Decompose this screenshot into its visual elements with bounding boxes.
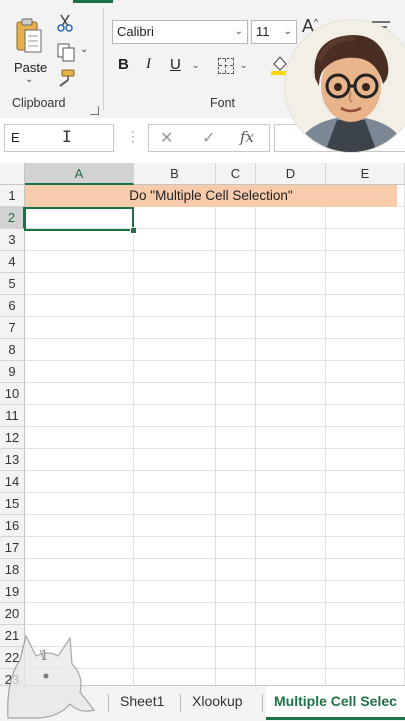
row-header-19[interactable]: 19	[0, 581, 25, 603]
row-header-7[interactable]: 7	[0, 317, 25, 339]
presenter-avatar	[285, 20, 405, 152]
row-gridline	[25, 316, 405, 317]
row-gridline	[25, 580, 405, 581]
chevron-down-icon[interactable]: ⌄	[80, 44, 88, 55]
row-header-15[interactable]: 15	[0, 493, 25, 515]
row-gridline	[25, 294, 405, 295]
row-header-8[interactable]: 8	[0, 339, 25, 361]
chevron-down-icon[interactable]: ⌄	[240, 60, 248, 71]
column-header-d[interactable]: D	[256, 163, 326, 185]
row-header-18[interactable]: 18	[0, 559, 25, 581]
row-header-16[interactable]: 16	[0, 515, 25, 537]
paste-icon[interactable]	[14, 16, 44, 56]
active-tab-indicator	[73, 0, 113, 3]
clipboard-group-label: Clipboard	[12, 96, 66, 110]
row-header-6[interactable]: 6	[0, 295, 25, 317]
borders-icon[interactable]	[218, 58, 234, 74]
row-gridline	[25, 426, 405, 427]
font-size-value: 11	[256, 24, 270, 39]
chevron-down-icon[interactable]: ⌄	[25, 74, 33, 85]
row-gridline	[25, 272, 405, 273]
column-header-a[interactable]: A	[25, 163, 134, 185]
tab-divider	[262, 694, 263, 712]
paste-button[interactable]: Paste	[14, 60, 47, 75]
name-box[interactable]: E	[4, 124, 114, 152]
name-box-value: E	[11, 130, 20, 145]
chevron-down-icon: ⌄	[234, 26, 243, 37]
column-gridline	[215, 185, 216, 685]
row-gridline	[25, 448, 405, 449]
row-gridline	[25, 360, 405, 361]
bold-button[interactable]: B	[118, 56, 129, 73]
select-all-corner[interactable]	[0, 163, 25, 185]
text-cursor-icon: I	[62, 127, 72, 146]
row-gridline	[25, 250, 405, 251]
confirm-entry-button[interactable]: ✓	[202, 128, 215, 148]
active-cell-a2[interactable]	[24, 207, 134, 231]
row-header-10[interactable]: 10	[0, 383, 25, 405]
column-header-c[interactable]: C	[216, 163, 256, 185]
row-header-20[interactable]: 20	[0, 603, 25, 625]
row-gridline	[25, 536, 405, 537]
format-painter-icon[interactable]	[56, 68, 76, 88]
italic-button[interactable]: I	[146, 56, 151, 73]
font-size-select[interactable]: 11 ⌄	[251, 20, 297, 44]
row-header-3[interactable]: 3	[0, 229, 25, 251]
row-gridline	[25, 492, 405, 493]
tab-divider	[108, 694, 109, 712]
row-header-11[interactable]: 11	[0, 405, 25, 427]
font-name-select[interactable]: Calibri ⌄	[112, 20, 248, 44]
row-header-13[interactable]: 13	[0, 449, 25, 471]
insert-function-button[interactable]: fx	[240, 128, 254, 146]
row-gridline	[25, 382, 405, 383]
cancel-entry-button[interactable]: ✕	[160, 128, 173, 148]
copy-icon[interactable]	[56, 42, 76, 62]
fill-handle[interactable]	[130, 227, 137, 234]
row-gridline	[25, 624, 405, 625]
group-divider	[103, 8, 104, 110]
column-gridline	[133, 185, 134, 685]
row-gridline	[25, 558, 405, 559]
worksheet-grid[interactable]: A B C D E 1 2 3 4 5 6 7 8 9 10 11 12 13 14 15 16 17 18 19 20 21 22…	[0, 163, 405, 685]
chevron-down-icon[interactable]: ⌄	[192, 60, 200, 71]
column-gridline	[255, 185, 256, 685]
row-header-4[interactable]: 4	[0, 251, 25, 273]
row-gridline	[25, 514, 405, 515]
svg-text:1: 1	[40, 648, 49, 664]
chevron-down-icon: ⌄	[283, 26, 292, 37]
row-gridline	[25, 338, 405, 339]
tab-divider	[180, 694, 181, 712]
sheet-tab-1[interactable]: Xlookup	[184, 686, 251, 720]
row-gridline	[25, 470, 405, 471]
more-options-icon[interactable]: ⋮	[126, 128, 140, 145]
dialog-launcher-icon[interactable]	[90, 106, 99, 115]
row-header-5[interactable]: 5	[0, 273, 25, 295]
row-header-1[interactable]: 1	[0, 185, 25, 207]
sheet-tab-0[interactable]: Sheet1	[112, 686, 172, 720]
row-header-12[interactable]: 12	[0, 427, 25, 449]
sheet-tab-2[interactable]: Multiple Cell Selec	[266, 686, 405, 720]
font-group-label: Font	[210, 96, 236, 110]
column-header-e[interactable]: E	[326, 163, 405, 185]
clipboard-group: Paste ⌄ ⌄ Clipboard	[0, 8, 100, 116]
column-gridline	[325, 185, 326, 685]
row-header-14[interactable]: 14	[0, 471, 25, 493]
row-gridline	[25, 404, 405, 405]
row-gridline	[25, 602, 405, 603]
wolf-logo: 1	[7, 634, 96, 719]
row-header-9[interactable]: 9	[0, 361, 25, 383]
underline-button[interactable]: U	[170, 56, 181, 73]
cut-icon[interactable]	[56, 14, 74, 32]
row-header-2[interactable]: 2	[0, 207, 25, 229]
font-name-value: Calibri	[117, 24, 154, 39]
column-header-b[interactable]: B	[134, 163, 216, 185]
row-header-17[interactable]: 17	[0, 537, 25, 559]
merged-cell-a1-e1[interactable]: Do "Multiple Cell Selection"	[25, 185, 397, 207]
